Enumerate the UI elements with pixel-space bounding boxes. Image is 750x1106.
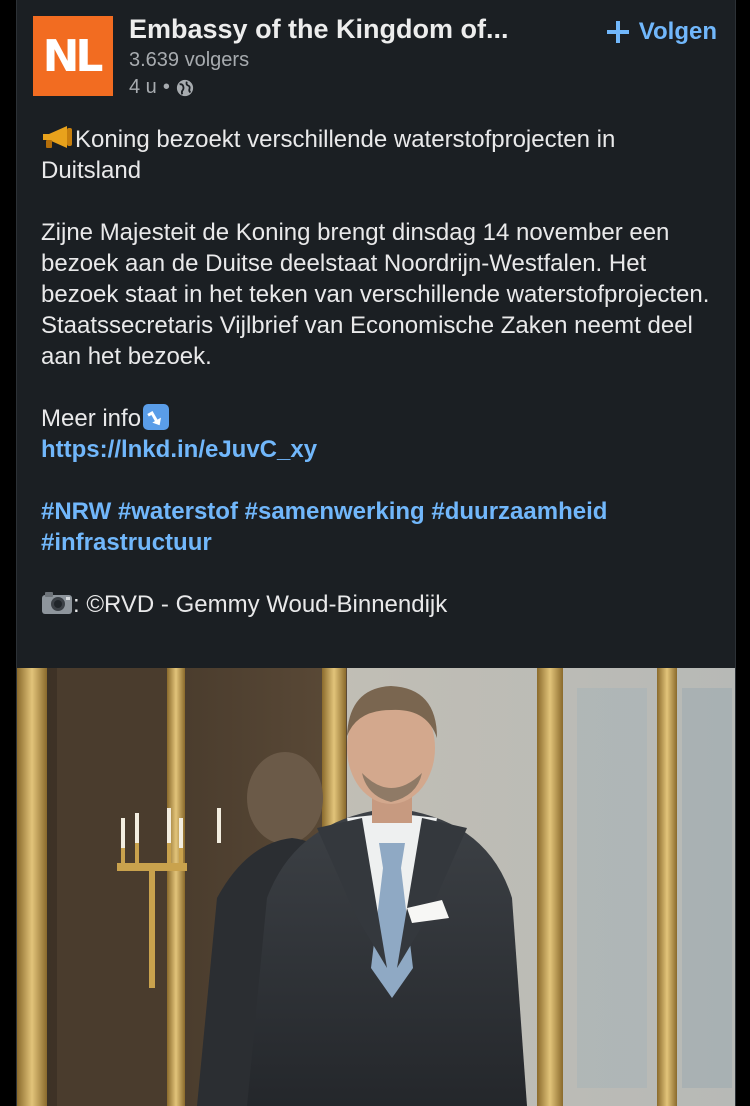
org-logo[interactable]: NL	[33, 16, 113, 96]
follow-button[interactable]: Volgen	[605, 12, 717, 52]
follow-label: Volgen	[638, 18, 717, 45]
arrow-down-right-icon	[143, 404, 170, 430]
post-time: 4 u	[129, 76, 157, 98]
plus-icon	[606, 21, 629, 43]
hashtag-samenwerking[interactable]: #samenwerking	[245, 498, 425, 525]
post-headline: Koning bezoekt verschillende waterstofpr…	[41, 126, 616, 184]
hashtag-waterstof[interactable]: #waterstof	[118, 498, 238, 525]
post-link[interactable]: https://lnkd.in/eJuvC_xy	[41, 436, 317, 463]
megaphone-icon	[43, 126, 72, 148]
photo-credit-line: : ©RVD - Gemmy Woud-Binnendijk	[41, 589, 717, 620]
logo-text: NL	[42, 30, 104, 82]
more-info-line: Meer info	[41, 403, 717, 434]
photo-credit: : ©RVD - Gemmy Woud-Binnendijk	[73, 591, 448, 618]
meta-separator: •	[162, 76, 170, 98]
hashtag-duurzaamheid[interactable]: #duurzaamheid	[431, 498, 607, 525]
follower-count: 3.639 volgers	[129, 49, 250, 71]
hashtag-infrastructuur[interactable]: #infrastructuur	[41, 529, 212, 556]
org-name[interactable]: Embassy of the Kingdom of...	[129, 14, 569, 45]
portrait-image	[17, 668, 735, 1106]
post-header: NL Embassy of the Kingdom of... 3.639 vo…	[17, 0, 735, 110]
headline-line: Koning bezoekt verschillende waterstofpr…	[41, 124, 717, 186]
hashtag-line: #NRW #waterstof #samenwerking #duurzaamh…	[41, 496, 717, 558]
post-paragraph: Zijne Majesteit de Koning brengt dinsdag…	[41, 219, 710, 370]
globe-icon	[176, 79, 193, 96]
post-body: Koning bezoekt verschillende waterstofpr…	[41, 124, 717, 620]
post-photo[interactable]	[17, 668, 735, 1106]
camera-icon	[42, 592, 72, 614]
hashtag-nrw[interactable]: #NRW	[41, 498, 111, 525]
post-card: NL Embassy of the Kingdom of... 3.639 vo…	[16, 0, 736, 1106]
more-info-text: Meer info	[41, 405, 142, 432]
post-meta: 4 u •	[129, 76, 194, 99]
